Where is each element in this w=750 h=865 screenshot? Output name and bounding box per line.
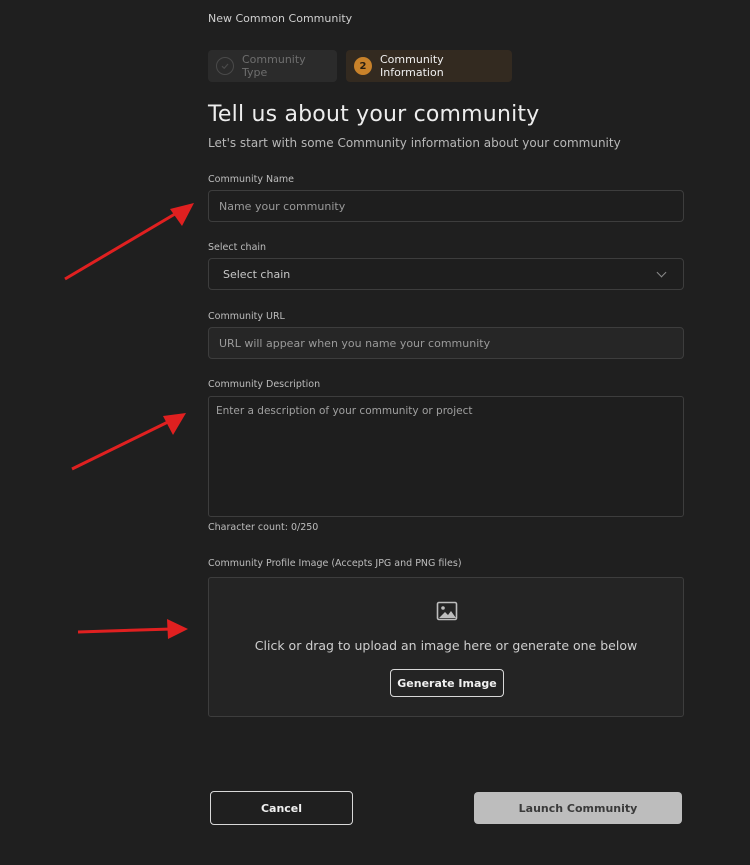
- arrow-pointing-image-upload: [77, 619, 188, 639]
- step-community-information[interactable]: 2 Community Information: [346, 50, 512, 82]
- community-name-input[interactable]: Name your community: [208, 190, 684, 222]
- community-description-label: Community Description: [208, 379, 321, 390]
- page-subtitle: Let's start with some Community informat…: [208, 136, 621, 150]
- select-chain-label: Select chain: [208, 242, 267, 253]
- check-icon: [216, 57, 234, 75]
- profile-image-label: Community Profile Image (Accepts JPG and…: [208, 558, 462, 569]
- generate-image-button[interactable]: Generate Image: [390, 669, 504, 697]
- community-description-textarea[interactable]: Enter a description of your community or…: [208, 396, 684, 517]
- launch-community-button[interactable]: Launch Community: [474, 792, 682, 824]
- image-upload-dropzone[interactable]: Click or drag to upload an image here or…: [208, 577, 684, 717]
- select-chain-dropdown[interactable]: Select chain: [208, 258, 684, 290]
- image-icon: [436, 601, 458, 621]
- stepper: Community Type 2 Community Information: [208, 50, 512, 82]
- community-name-label: Community Name: [208, 174, 295, 185]
- page-title: Tell us about your community: [208, 102, 540, 127]
- arrow-pointing-description: [71, 413, 186, 471]
- select-chain-value: Select chain: [223, 267, 291, 281]
- create-community-page: New Common Community Community Type 2 Co…: [0, 0, 750, 865]
- arrow-pointing-community-name: [64, 203, 194, 281]
- step-community-type[interactable]: Community Type: [208, 50, 337, 82]
- community-url-input: URL will appear when you name your commu…: [208, 327, 684, 359]
- community-url-label: Community URL: [208, 311, 285, 322]
- chevron-down-icon: [656, 267, 667, 277]
- upload-instructions: Click or drag to upload an image here or…: [254, 638, 638, 653]
- step-label: Community Information: [380, 53, 444, 79]
- step-number-badge: 2: [354, 57, 372, 75]
- cancel-button[interactable]: Cancel: [210, 791, 353, 825]
- page-header-title: New Common Community: [208, 12, 353, 25]
- character-count: Character count: 0/250: [208, 522, 319, 533]
- step-label: Community Type: [242, 53, 306, 79]
